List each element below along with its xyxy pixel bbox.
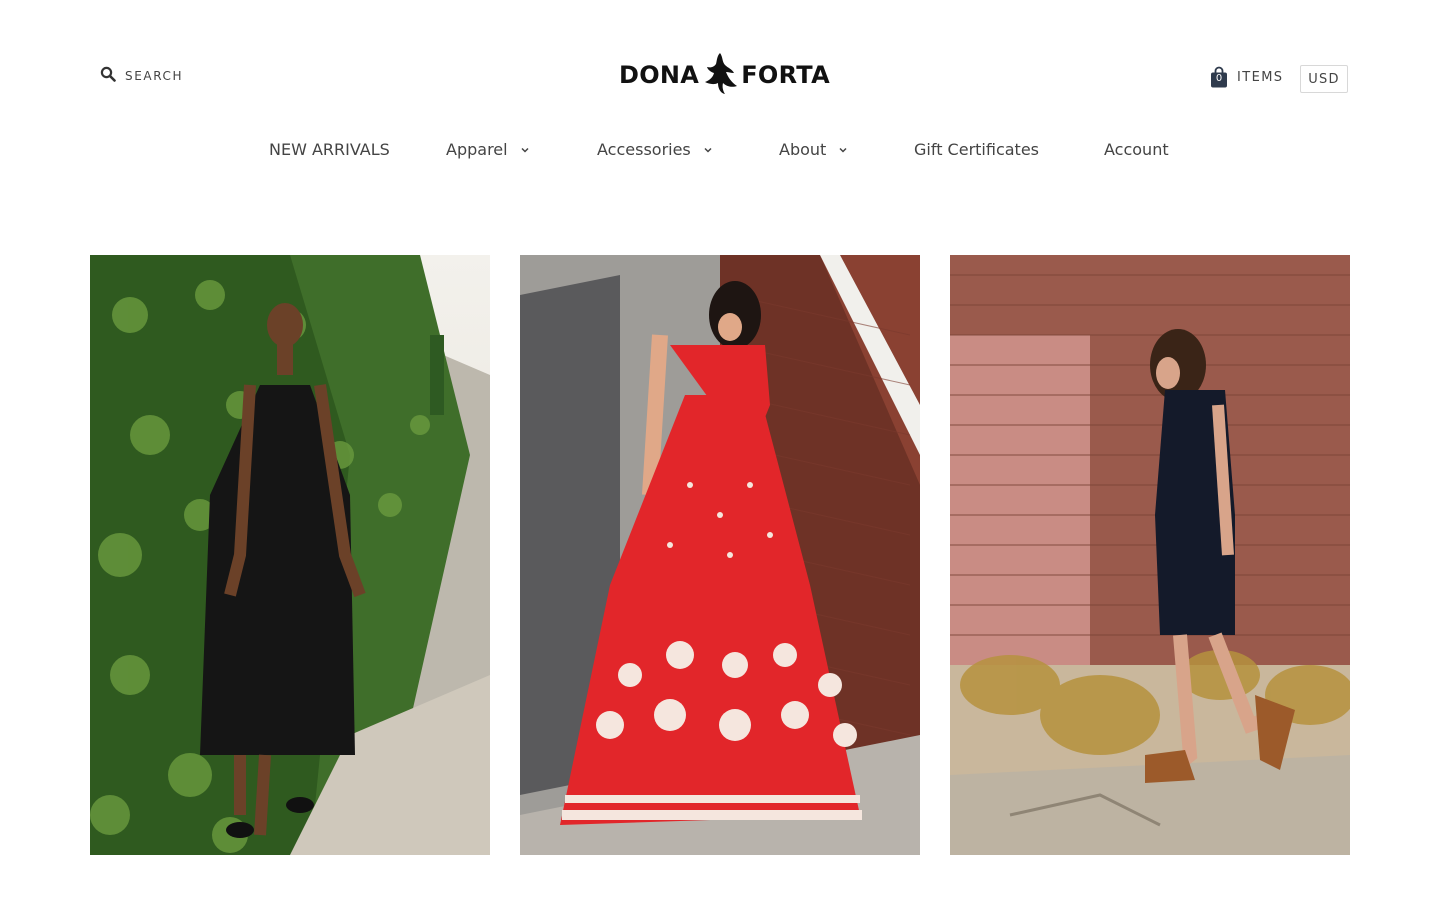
- chevron-down-icon: [521, 147, 529, 153]
- search-label: SEARCH: [125, 69, 184, 83]
- collection-tile-black-dress[interactable]: [90, 255, 490, 855]
- nav-label: Accessories: [597, 140, 691, 159]
- nav-label: Gift Certificates: [914, 140, 1039, 159]
- logo-text-right: FORTA: [741, 61, 830, 89]
- nav-apparel[interactable]: Apparel: [446, 140, 530, 159]
- main-nav: NEW ARRIVALS Apparel Accessories About G…: [0, 140, 1440, 164]
- model-photo: [90, 255, 490, 855]
- nav-new-arrivals[interactable]: NEW ARRIVALS: [269, 140, 390, 159]
- nav-label: Apparel: [446, 140, 508, 159]
- nav-accessories[interactable]: Accessories: [597, 140, 713, 159]
- site-header: SEARCH DONA FORTA 0 ITEMS USD NEW ARRIVA…: [0, 0, 1440, 200]
- cart-label: ITEMS: [1237, 69, 1284, 85]
- site-logo[interactable]: DONA FORTA: [619, 51, 830, 99]
- shopping-bag-icon: 0: [1210, 66, 1228, 88]
- nav-about[interactable]: About: [779, 140, 848, 159]
- cart-count: 0: [1215, 73, 1223, 84]
- nav-label: Account: [1104, 140, 1169, 159]
- nav-label: NEW ARRIVALS: [269, 140, 390, 159]
- search-button[interactable]: SEARCH: [100, 66, 183, 86]
- currency-selector[interactable]: USD: [1300, 65, 1348, 93]
- chevron-down-icon: [839, 147, 847, 153]
- cart-button[interactable]: 0 ITEMS: [1210, 66, 1283, 88]
- nav-gift-certificates[interactable]: Gift Certificates: [914, 140, 1039, 159]
- bird-logo-icon: [699, 51, 741, 99]
- collection-tile-red-dress[interactable]: [520, 255, 920, 855]
- search-icon: [100, 66, 116, 86]
- collection-tile-navy-dress[interactable]: [950, 255, 1350, 855]
- logo-text-left: DONA: [619, 61, 700, 89]
- nav-label: About: [779, 140, 827, 159]
- model-photo: [520, 255, 920, 855]
- nav-account[interactable]: Account: [1104, 140, 1169, 159]
- model-photo: [950, 255, 1350, 855]
- chevron-down-icon: [704, 147, 712, 153]
